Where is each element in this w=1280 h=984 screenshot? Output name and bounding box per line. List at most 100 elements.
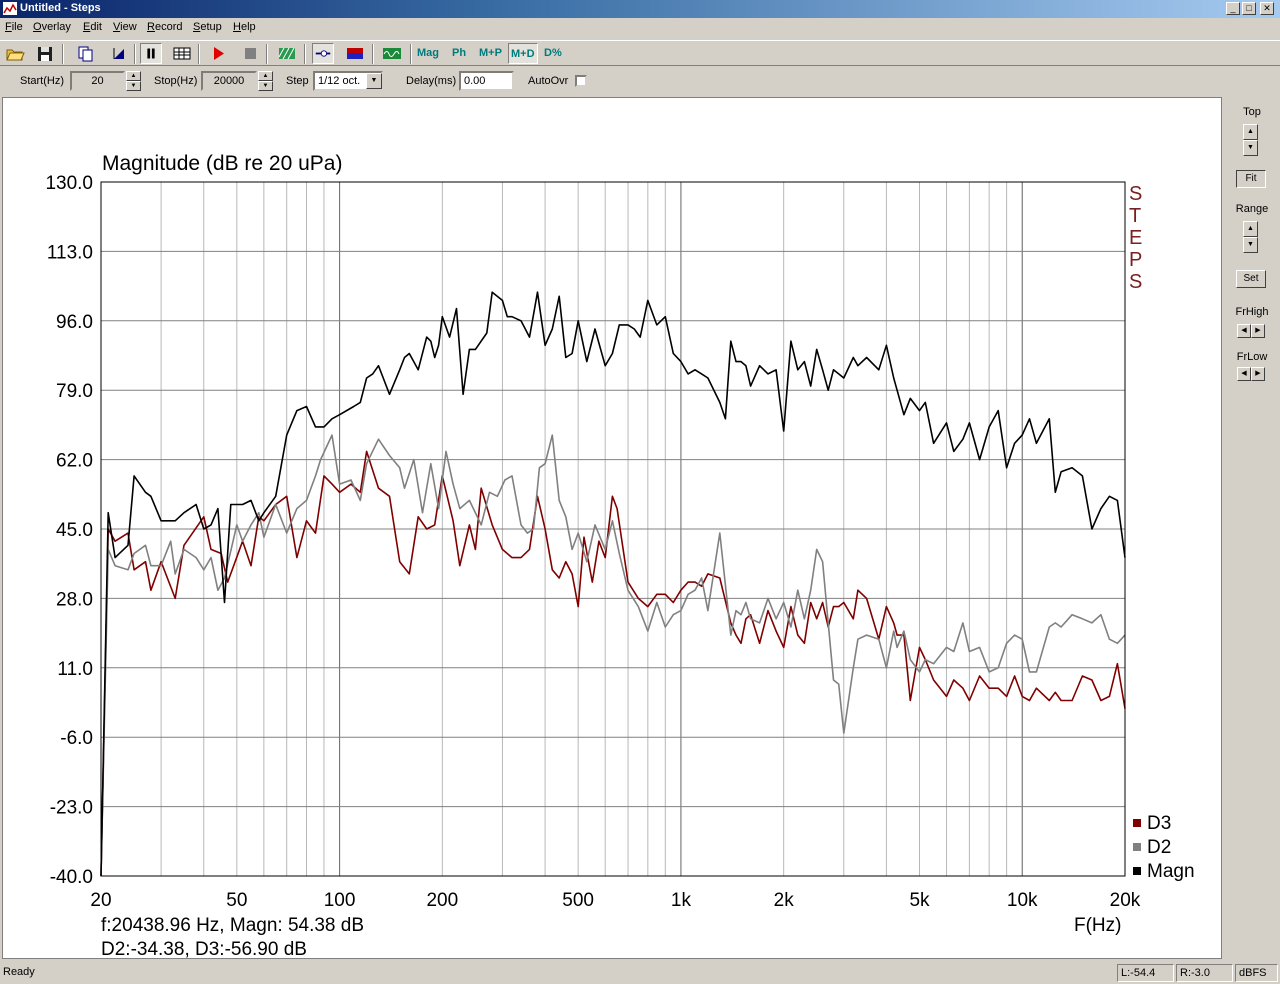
menu-view-label: iew [120, 21, 137, 33]
menu-view[interactable]: View [113, 21, 137, 33]
menu-help-hotkey: H [233, 21, 241, 33]
distortion-percent-button[interactable]: D% [544, 47, 562, 59]
stop-icon[interactable] [239, 43, 261, 64]
toolbar-separator [134, 44, 136, 64]
x-tick-labels: 20 50 100 200 500 1k 2k 5k 10k 20k [90, 890, 1140, 911]
maximize-button[interactable]: □ [1242, 2, 1256, 15]
overlay-bars-icon[interactable] [344, 43, 366, 64]
chevron-left-icon[interactable]: ◀ [1237, 367, 1251, 381]
spin-down-icon[interactable]: ▼ [1243, 140, 1258, 156]
fr-high-stepper[interactable]: ◀ ▶ [1237, 324, 1265, 338]
y-tick-label: 113.0 [47, 242, 93, 263]
start-hz-label: Start(Hz) [20, 75, 64, 87]
status-bar: Ready L:-54.4 R:-3.0 dBFS [0, 962, 1280, 984]
chevron-down-icon[interactable]: ▼ [366, 73, 382, 89]
toolbar-separator [266, 44, 268, 64]
x-tick-label: 2k [774, 890, 795, 911]
magnitude-view-button[interactable]: Mag [417, 47, 439, 59]
y-tick-labels: 130.0 113.0 96.0 79.0 62.0 45.0 28.0 11.0 -6.0 -2… [45, 173, 93, 888]
close-button[interactable]: ✕ [1260, 2, 1274, 15]
y-tick-label: 62.0 [56, 451, 93, 472]
stop-hz-input[interactable]: 20000 [201, 71, 257, 91]
menu-edit[interactable]: Edit [83, 21, 102, 33]
probe-icon[interactable] [312, 43, 334, 64]
right-level: R:-3.0 [1176, 964, 1233, 982]
pause-icon[interactable] [140, 43, 162, 64]
spin-down-icon[interactable]: ▼ [126, 81, 141, 91]
open-folder-icon[interactable] [4, 43, 26, 64]
marker-icon[interactable] [108, 43, 130, 64]
app-icon [3, 2, 17, 15]
legend-swatch [1133, 819, 1141, 827]
toolbar-separator [304, 44, 306, 64]
scale-panel: Top ▲ ▼ Fit Range ▲ ▼ Set FrHigh ◀ ▶ FrLow … [1224, 97, 1280, 959]
y-tick-label: -23.0 [50, 798, 93, 819]
delay-ms-input[interactable]: 0.00 [459, 71, 514, 91]
y-tick-label: 79.0 [56, 381, 93, 402]
menu-edit-label: dit [90, 21, 102, 33]
phase-view-button[interactable]: Ph [452, 47, 466, 59]
copy-icon[interactable] [74, 43, 96, 64]
chevron-right-icon[interactable]: ▶ [1251, 324, 1265, 338]
mag-distortion-view-button[interactable]: M+D [508, 43, 538, 64]
chevron-right-icon[interactable]: ▶ [1251, 367, 1265, 381]
table-grid-icon[interactable] [171, 43, 193, 64]
y-tick-label: 28.0 [56, 589, 93, 610]
top-stepper[interactable]: ▲ ▼ [1243, 124, 1258, 156]
cursor-readout-line2: D2:-34.38, D3:-56.90 dB [101, 939, 307, 958]
cursor-readout-line1: f:20438.96 Hz, Magn: 54.38 dB [101, 915, 364, 936]
step-label: Step [286, 75, 309, 87]
start-hz-input[interactable]: 20 [70, 71, 125, 91]
minimize-button[interactable]: _ [1226, 2, 1240, 15]
fr-low-label: FrLow [1236, 351, 1268, 363]
spin-up-icon[interactable]: ▲ [126, 71, 141, 81]
set-button[interactable]: Set [1236, 270, 1266, 288]
toolbar-separator [372, 44, 374, 64]
watermark-letter: S [1129, 271, 1142, 293]
hatch-fill-icon[interactable] [276, 43, 298, 64]
series-line-d2 [100, 434, 1126, 877]
menu-file[interactable]: File [5, 21, 23, 33]
range-stepper[interactable]: ▲ ▼ [1243, 221, 1258, 253]
spin-up-icon[interactable]: ▲ [1243, 221, 1258, 237]
save-disk-icon[interactable] [34, 43, 56, 64]
watermark-letter: E [1129, 227, 1142, 249]
x-axis-label: F(Hz) [1074, 915, 1121, 936]
y-tick-label: 11.0 [57, 659, 93, 680]
play-icon[interactable] [207, 43, 229, 64]
menu-overlay-label: verlay [41, 21, 71, 33]
legend-label: Magn [1147, 861, 1195, 882]
mag-phase-view-button[interactable]: M+P [479, 47, 502, 59]
fr-low-stepper[interactable]: ◀ ▶ [1237, 367, 1265, 381]
stop-hz-stepper[interactable]: ▲ ▼ [258, 71, 273, 91]
fr-high-label: FrHigh [1235, 306, 1269, 318]
chart-title: Magnitude (dB re 20 uPa) [102, 152, 342, 175]
toolbar: Mag Ph M+P M+D D% [0, 40, 1280, 66]
menu-file-hotkey: F [5, 21, 12, 33]
magnitude-chart[interactable]: Magnitude (dB re 20 uPa) STEPS 130.0113.… [3, 98, 1221, 958]
y-tick-label: 96.0 [56, 312, 93, 333]
menu-record-label: ecord [154, 21, 183, 33]
chevron-left-icon[interactable]: ◀ [1237, 324, 1251, 338]
menu-help[interactable]: Help [233, 21, 256, 33]
spin-down-icon[interactable]: ▼ [1243, 237, 1258, 253]
spin-up-icon[interactable]: ▲ [258, 71, 273, 81]
start-hz-stepper[interactable]: ▲ ▼ [126, 71, 141, 91]
menu-bar: File Overlay Edit View Record Setup Help [0, 18, 1280, 38]
menu-overlay[interactable]: Overlay [33, 21, 71, 33]
watermark-letter: P [1129, 249, 1142, 271]
menu-record[interactable]: Record [147, 21, 182, 33]
toolbar-separator [62, 44, 64, 64]
window-title: Untitled - Steps [20, 2, 101, 14]
x-tick-label: 500 [562, 890, 594, 911]
spin-up-icon[interactable]: ▲ [1243, 124, 1258, 140]
waveform-icon[interactable] [381, 43, 403, 64]
auto-ovr-checkbox[interactable] [575, 75, 587, 87]
menu-overlay-hotkey: O [33, 21, 42, 33]
menu-setup[interactable]: Setup [193, 21, 222, 33]
x-tick-label: 1k [671, 890, 692, 911]
left-level: L:-54.4 [1117, 964, 1174, 982]
fit-button[interactable]: Fit [1236, 170, 1266, 188]
y-tick-label: 130.0 [45, 173, 93, 194]
spin-down-icon[interactable]: ▼ [258, 81, 273, 91]
